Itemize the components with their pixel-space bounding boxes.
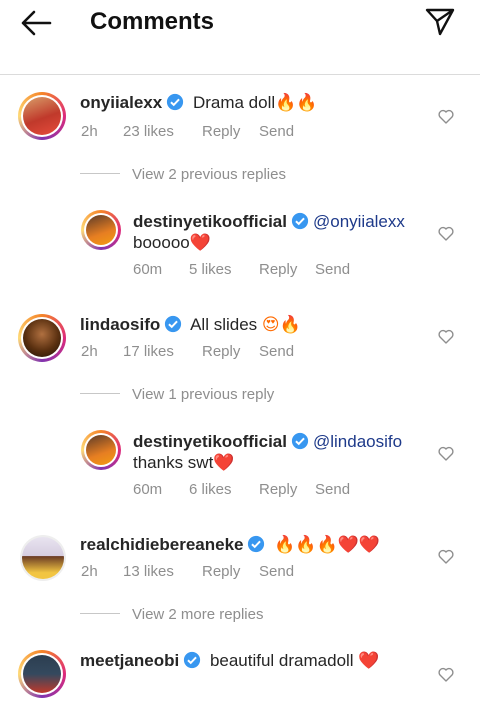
send-button[interactable]: Send — [259, 563, 294, 580]
comment-text: All slides — [190, 315, 258, 334]
view-replies-link[interactable]: View 2 more replies — [80, 606, 263, 623]
reply-button[interactable]: Reply — [202, 123, 259, 140]
avatar[interactable] — [81, 210, 121, 250]
comment-time: 60m — [133, 481, 163, 498]
avatar[interactable] — [18, 650, 66, 698]
reply-button[interactable]: Reply — [259, 481, 315, 498]
view-replies-link[interactable]: View 2 previous replies — [80, 166, 286, 183]
mention-link[interactable]: @lindaosifo — [313, 432, 402, 451]
reply-item: destinyetikoofficial @onyiialexx booooo❤️… — [0, 208, 480, 282]
verified-badge-icon — [167, 93, 184, 111]
comment-emoji: 🔥🔥 — [275, 93, 318, 113]
like-count[interactable]: 6 likes — [189, 481, 259, 498]
comment-emoji: ❤️ — [358, 651, 380, 671]
like-count[interactable]: 5 likes — [189, 261, 259, 278]
paper-plane-icon[interactable] — [424, 7, 456, 37]
view-replies-label[interactable]: View 2 previous replies — [132, 166, 286, 183]
comment-item: realchidiebereaneke 🔥🔥🔥❤️❤️ 2h 13 likes Re… — [0, 533, 480, 593]
comment-username[interactable]: meetjaneobi — [80, 651, 179, 670]
divider — [80, 613, 120, 614]
reply-item: destinyetikoofficial @lindaosifo thanks s… — [0, 428, 480, 502]
verified-badge-icon — [165, 315, 182, 333]
reply-button[interactable]: Reply — [259, 261, 315, 278]
divider — [80, 173, 120, 174]
comment-text: Drama doll — [192, 93, 276, 112]
verified-badge-icon — [291, 212, 309, 230]
comment-username[interactable]: realchidiebereaneke — [80, 535, 243, 554]
comment-username[interactable]: onyiialexx — [80, 93, 162, 112]
divider — [80, 393, 120, 394]
comment-time: 2h — [81, 343, 98, 360]
avatar[interactable] — [18, 92, 66, 140]
send-button[interactable]: Send — [259, 343, 294, 360]
heart-outline-icon[interactable] — [438, 446, 454, 461]
like-count[interactable]: 23 likes — [123, 123, 202, 140]
arrow-left-icon[interactable] — [18, 8, 54, 38]
send-button[interactable]: Send — [315, 261, 350, 278]
like-count[interactable]: 17 likes — [123, 343, 202, 360]
heart-outline-icon[interactable] — [438, 667, 454, 682]
avatar[interactable] — [81, 430, 121, 470]
reply-emoji: ❤️ — [189, 233, 211, 253]
avatar[interactable] — [20, 535, 66, 581]
verified-badge-icon — [291, 432, 309, 450]
heart-outline-icon[interactable] — [438, 329, 454, 344]
reply-text: booooo — [133, 233, 190, 252]
heart-outline-icon[interactable] — [438, 549, 454, 564]
verified-badge-icon — [248, 535, 265, 553]
reply-username[interactable]: destinyetikoofficial — [133, 432, 287, 451]
like-count[interactable]: 13 likes — [123, 563, 202, 580]
view-replies-label[interactable]: View 2 more replies — [132, 606, 263, 623]
reply-text: thanks swt — [133, 453, 214, 472]
comment-item: lindaosifo All slides 😍🔥 2h 17 likes Reply… — [0, 312, 480, 372]
reply-button[interactable]: Reply — [202, 343, 259, 360]
verified-badge-icon — [184, 651, 201, 669]
mention-link[interactable]: @onyiialexx — [313, 212, 405, 231]
send-button[interactable]: Send — [315, 481, 350, 498]
reply-emoji: ❤️ — [213, 453, 235, 473]
avatar[interactable] — [18, 314, 66, 362]
comment-time: 2h — [81, 123, 98, 140]
heart-outline-icon[interactable] — [438, 226, 454, 241]
comment-time: 60m — [133, 261, 163, 278]
comment-emoji: 🔥🔥🔥❤️❤️ — [274, 535, 381, 555]
comment-item: onyiialexx Drama doll🔥🔥 2h 23 likes Reply S… — [0, 90, 480, 150]
comment-emoji: 😍🔥 — [261, 315, 301, 335]
comment-item: meetjaneobi beautiful dramadoll ❤️ — [0, 648, 480, 702]
send-button[interactable]: Send — [259, 123, 294, 140]
reply-username[interactable]: destinyetikoofficial — [133, 212, 287, 231]
comment-time: 2h — [81, 563, 98, 580]
reply-button[interactable]: Reply — [202, 563, 259, 580]
comment-text: beautiful dramadoll — [209, 651, 354, 670]
heart-outline-icon[interactable] — [438, 109, 454, 124]
view-replies-label[interactable]: View 1 previous reply — [132, 386, 274, 403]
view-replies-link[interactable]: View 1 previous reply — [80, 386, 274, 403]
comment-username[interactable]: lindaosifo — [80, 315, 160, 334]
page-title: Comments — [90, 8, 215, 35]
header-bar: Comments — [0, 0, 480, 75]
